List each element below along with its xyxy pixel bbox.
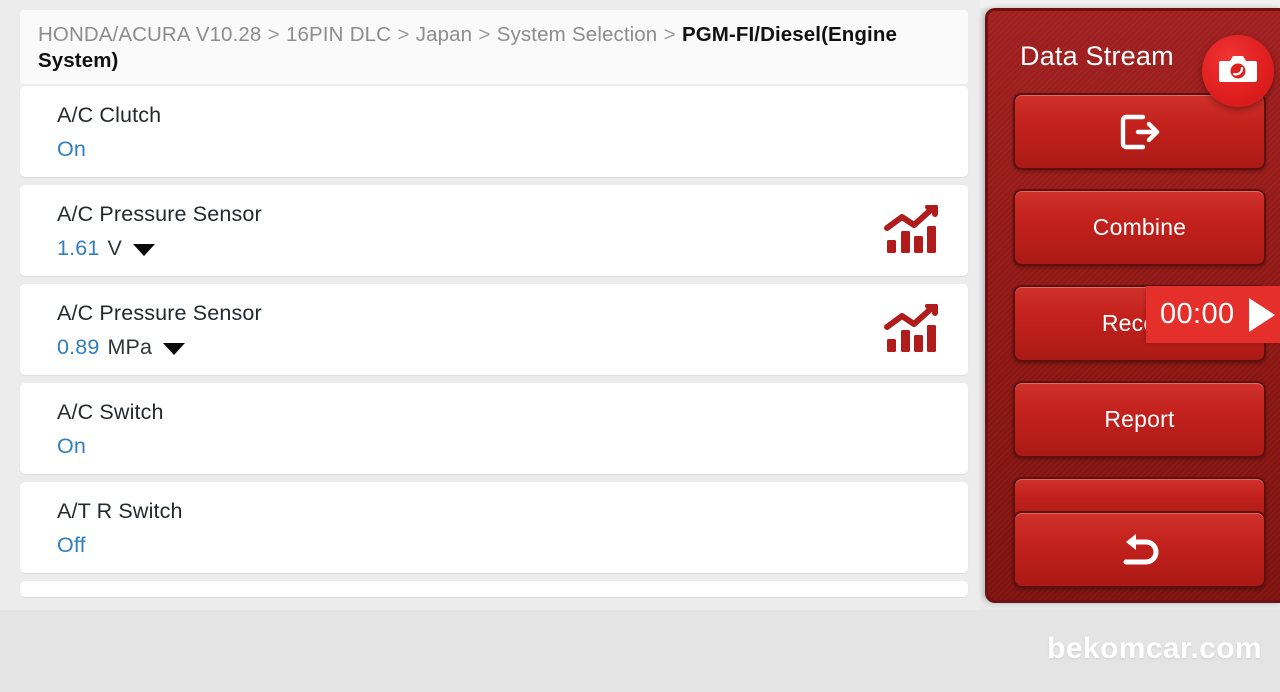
breadcrumb-separator: > [397, 23, 410, 46]
report-button-label: Report [1104, 406, 1175, 432]
stream-row-value: Off [57, 533, 86, 557]
stream-row[interactable]: A/C Pressure Sensor 0.89 MPa [20, 284, 968, 375]
stream-row-name: A/C Pressure Sensor [57, 202, 262, 226]
stream-row-value: 0.89 [57, 335, 100, 359]
stream-row-name: A/C Switch [57, 400, 164, 424]
chevron-down-icon[interactable] [163, 343, 186, 355]
combine-button-label: Combine [1092, 214, 1187, 240]
recording-time: 00:00 [1160, 298, 1235, 330]
data-stream-list[interactable]: A/C Clutch On A/C Pressure Sensor 1.61 V [20, 86, 968, 610]
watermark: bekomcar.com [1047, 632, 1262, 665]
stream-row-partial[interactable] [20, 581, 968, 597]
stream-row-valueline: 0.89 MPa [57, 333, 968, 361]
stream-row-name: A/C Clutch [57, 103, 162, 127]
panel-title: Data Stream [1020, 41, 1174, 71]
breadcrumb-item-system-selection[interactable]: System Selection [497, 23, 657, 46]
breadcrumb-item-connector[interactable]: 16PIN DLC [286, 23, 391, 46]
chevron-down-icon[interactable] [132, 244, 155, 256]
diagnostic-app-screen: HONDA/ACURA V10.28 > 16PIN DLC > Japan >… [0, 0, 1280, 692]
screenshot-camera-button[interactable] [1202, 35, 1274, 107]
content-area: HONDA/ACURA V10.28 > 16PIN DLC > Japan >… [0, 0, 980, 610]
exit-icon [1118, 113, 1162, 151]
recording-overlay[interactable]: 00:00 [1146, 286, 1280, 343]
breadcrumb-bar: HONDA/ACURA V10.28 > 16PIN DLC > Japan >… [20, 10, 968, 84]
stream-row-valueline: On [57, 135, 968, 163]
report-button[interactable]: Report [1013, 381, 1266, 458]
stream-row[interactable]: A/C Pressure Sensor 1.61 V [20, 185, 968, 276]
camera-icon [1218, 53, 1258, 90]
stream-row-unit: V [107, 236, 122, 260]
back-arrow-icon [1114, 530, 1166, 570]
breadcrumb-item-region[interactable]: Japan [416, 23, 472, 46]
stream-row[interactable]: A/C Switch On [20, 383, 968, 474]
stream-row-value: 1.61 [57, 236, 100, 260]
breadcrumb-item-vehicle[interactable]: HONDA/ACURA V10.28 [38, 23, 261, 46]
play-icon[interactable] [1248, 297, 1275, 332]
stream-row-unit: MPa [107, 335, 153, 359]
breadcrumb-separator: > [663, 23, 676, 46]
stream-row-value: On [57, 137, 86, 161]
stream-row-name: A/T R Switch [57, 499, 183, 523]
combine-button[interactable]: Combine [1013, 189, 1266, 266]
stream-row[interactable]: A/C Clutch On [20, 86, 968, 177]
breadcrumb-separator: > [478, 23, 491, 46]
bar-chart-icon[interactable] [884, 204, 938, 255]
stream-row-value: On [57, 434, 86, 458]
breadcrumb-separator: > [267, 23, 280, 46]
bar-chart-icon[interactable] [884, 303, 938, 354]
stream-row-valueline: On [57, 432, 968, 460]
back-button[interactable] [1013, 511, 1266, 588]
stream-row-name: A/C Pressure Sensor [57, 301, 262, 325]
breadcrumb: HONDA/ACURA V10.28 > 16PIN DLC > Japan >… [38, 22, 950, 74]
stream-row-valueline: Off [57, 531, 968, 559]
stream-row[interactable]: A/T R Switch Off [20, 482, 968, 573]
stream-row-valueline: 1.61 V [57, 234, 968, 262]
